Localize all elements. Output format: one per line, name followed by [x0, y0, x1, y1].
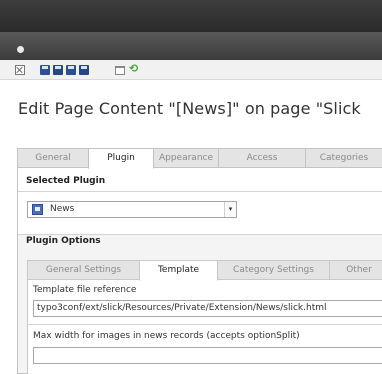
plugin-select-value: News	[50, 204, 75, 214]
subtab-other[interactable]: Other	[329, 260, 382, 280]
chevron-down-icon[interactable]: ▾	[224, 202, 236, 217]
save-icon[interactable]	[40, 65, 50, 75]
save-view-icon[interactable]	[53, 65, 63, 75]
tab-access[interactable]: Access	[218, 148, 306, 168]
template-settings-panel: Template file reference typo3conf/ext/sl…	[27, 279, 382, 374]
divider	[18, 191, 382, 192]
document-header-bar	[0, 32, 382, 60]
divider	[28, 324, 382, 325]
menu-dot-icon[interactable]	[17, 46, 24, 53]
save-new-icon[interactable]	[66, 65, 76, 75]
tab-categories[interactable]: Categories	[305, 148, 382, 168]
max-width-label: Max width for images in news records (ac…	[33, 331, 300, 341]
template-file-label: Template file reference	[33, 285, 137, 295]
subtab-category-settings[interactable]: Category Settings	[217, 260, 330, 280]
plugin-option-tabs: General Settings Template Category Setti…	[27, 260, 382, 281]
plugin-select[interactable]: News ▾	[27, 201, 237, 218]
divider	[18, 234, 382, 235]
plugin-panel: Selected Plugin News ▾ Plugin Options Ge…	[17, 167, 382, 374]
top-bar	[0, 0, 382, 32]
undo-icon[interactable]: ⟲	[129, 63, 140, 74]
plugin-options-heading: Plugin Options	[26, 236, 101, 246]
page-title: Edit Page Content "[News]" on page "Slic…	[18, 99, 361, 118]
selected-plugin-section: Selected Plugin News ▾	[18, 168, 382, 234]
delete-icon[interactable]	[115, 66, 125, 75]
document-toolbar: ⟲	[0, 60, 382, 80]
template-file-input[interactable]: typo3conf/ext/slick/Resources/Private/Ex…	[33, 300, 382, 317]
max-width-input[interactable]	[33, 347, 382, 364]
close-icon[interactable]	[15, 65, 25, 75]
tab-plugin[interactable]: Plugin	[88, 148, 154, 169]
tab-appearance[interactable]: Appearance	[153, 148, 219, 168]
subtab-general-settings[interactable]: General Settings	[27, 260, 140, 280]
selected-plugin-heading: Selected Plugin	[26, 176, 106, 186]
subtab-template[interactable]: Template	[139, 260, 218, 281]
news-plugin-icon	[32, 204, 43, 215]
save-close-icon[interactable]	[79, 65, 89, 75]
tab-general[interactable]: General	[17, 148, 89, 168]
main-tabs: General Plugin Appearance Access Categor…	[0, 148, 382, 169]
